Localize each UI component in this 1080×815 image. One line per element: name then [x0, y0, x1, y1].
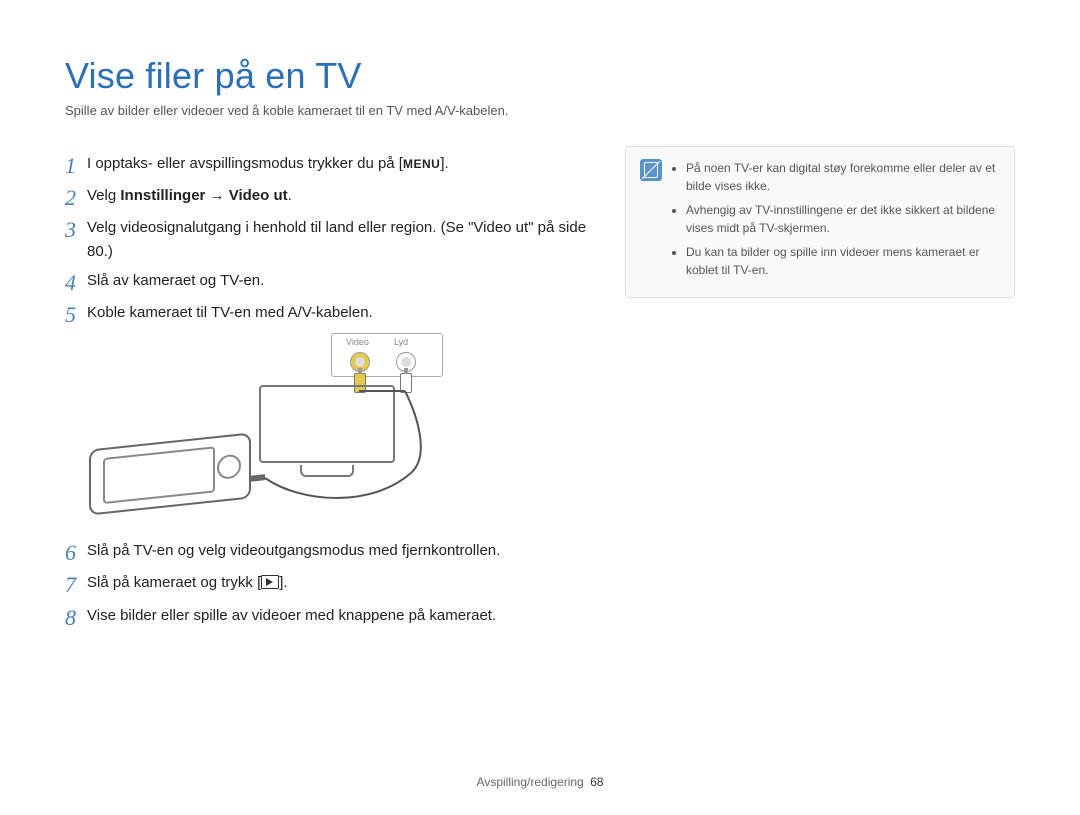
page-subtitle: Spille av bilder eller videoer ved å kob… — [65, 103, 1015, 118]
step-8: 8 Vise bilder eller spille av videoer me… — [65, 604, 595, 630]
step-text: Vise bilder eller spille av videoer med … — [87, 604, 595, 627]
note-item: På noen TV-er kan digital støy forekomme… — [686, 159, 1000, 195]
step-text: I opptaks- eller avspillingsmodus trykke… — [87, 152, 595, 175]
footer-page-number: 68 — [590, 775, 603, 789]
connection-illustration: Video Lyd — [71, 333, 491, 533]
step-text: Velg videosignalutgang i henhold til lan… — [87, 216, 595, 263]
step-number: 7 — [65, 571, 87, 597]
rca-plug-white-icon — [400, 373, 412, 393]
step-number: 1 — [65, 152, 87, 178]
step-text: Velg Innstillinger → Video ut. — [87, 184, 595, 207]
note-box: På noen TV-er kan digital støy forekomme… — [625, 146, 1015, 298]
step-5: 5 Koble kameraet til TV-en med A/V-kabel… — [65, 301, 595, 327]
footer-section: Avspilling/redigering — [477, 775, 584, 789]
step-text: Koble kameraet til TV-en med A/V-kabelen… — [87, 301, 595, 324]
camera-plug-icon — [249, 474, 265, 482]
content-columns: 1 I opptaks- eller avspillingsmodus tryk… — [65, 146, 1015, 636]
note-icon — [640, 159, 662, 181]
note-item: Avhengig av TV-innstillingene er det ikk… — [686, 201, 1000, 237]
menu-icon: MENU — [403, 155, 440, 174]
step-number: 6 — [65, 539, 87, 565]
step-1: 1 I opptaks- eller avspillingsmodus tryk… — [65, 152, 595, 178]
step-number: 3 — [65, 216, 87, 242]
tv-icon — [259, 385, 395, 477]
step-7: 7 Slå på kameraet og trykk []. — [65, 571, 595, 597]
step-3: 3 Velg videosignalutgang i henhold til l… — [65, 216, 595, 263]
step-number: 4 — [65, 269, 87, 295]
step-number: 5 — [65, 301, 87, 327]
note-item: Du kan ta bilder og spille inn videoer m… — [686, 243, 1000, 279]
page-title: Vise filer på en TV — [65, 55, 1015, 97]
step-text: Slå på kameraet og trykk []. — [87, 571, 595, 594]
right-column: På noen TV-er kan digital støy forekomme… — [625, 146, 1015, 636]
playback-icon — [261, 575, 279, 589]
step-text: Slå av kameraet og TV-en. — [87, 269, 595, 292]
video-label: Video — [346, 337, 369, 347]
note-list: På noen TV-er kan digital støy forekomme… — [672, 157, 1000, 285]
step-6: 6 Slå på TV-en og velg videoutgangsmodus… — [65, 539, 595, 565]
step-4: 4 Slå av kameraet og TV-en. — [65, 269, 595, 295]
step-number: 2 — [65, 184, 87, 210]
left-column: 1 I opptaks- eller avspillingsmodus tryk… — [65, 146, 595, 636]
step-number: 8 — [65, 604, 87, 630]
audio-label: Lyd — [394, 337, 408, 347]
camera-icon — [89, 433, 251, 516]
step-2: 2 Velg Innstillinger → Video ut. — [65, 184, 595, 210]
manual-page: Vise filer på en TV Spille av bilder ell… — [0, 0, 1080, 815]
rca-panel: Video Lyd — [331, 333, 443, 377]
step-text: Slå på TV-en og velg videoutgangsmodus m… — [87, 539, 595, 562]
page-footer: Avspilling/redigering 68 — [0, 775, 1080, 789]
